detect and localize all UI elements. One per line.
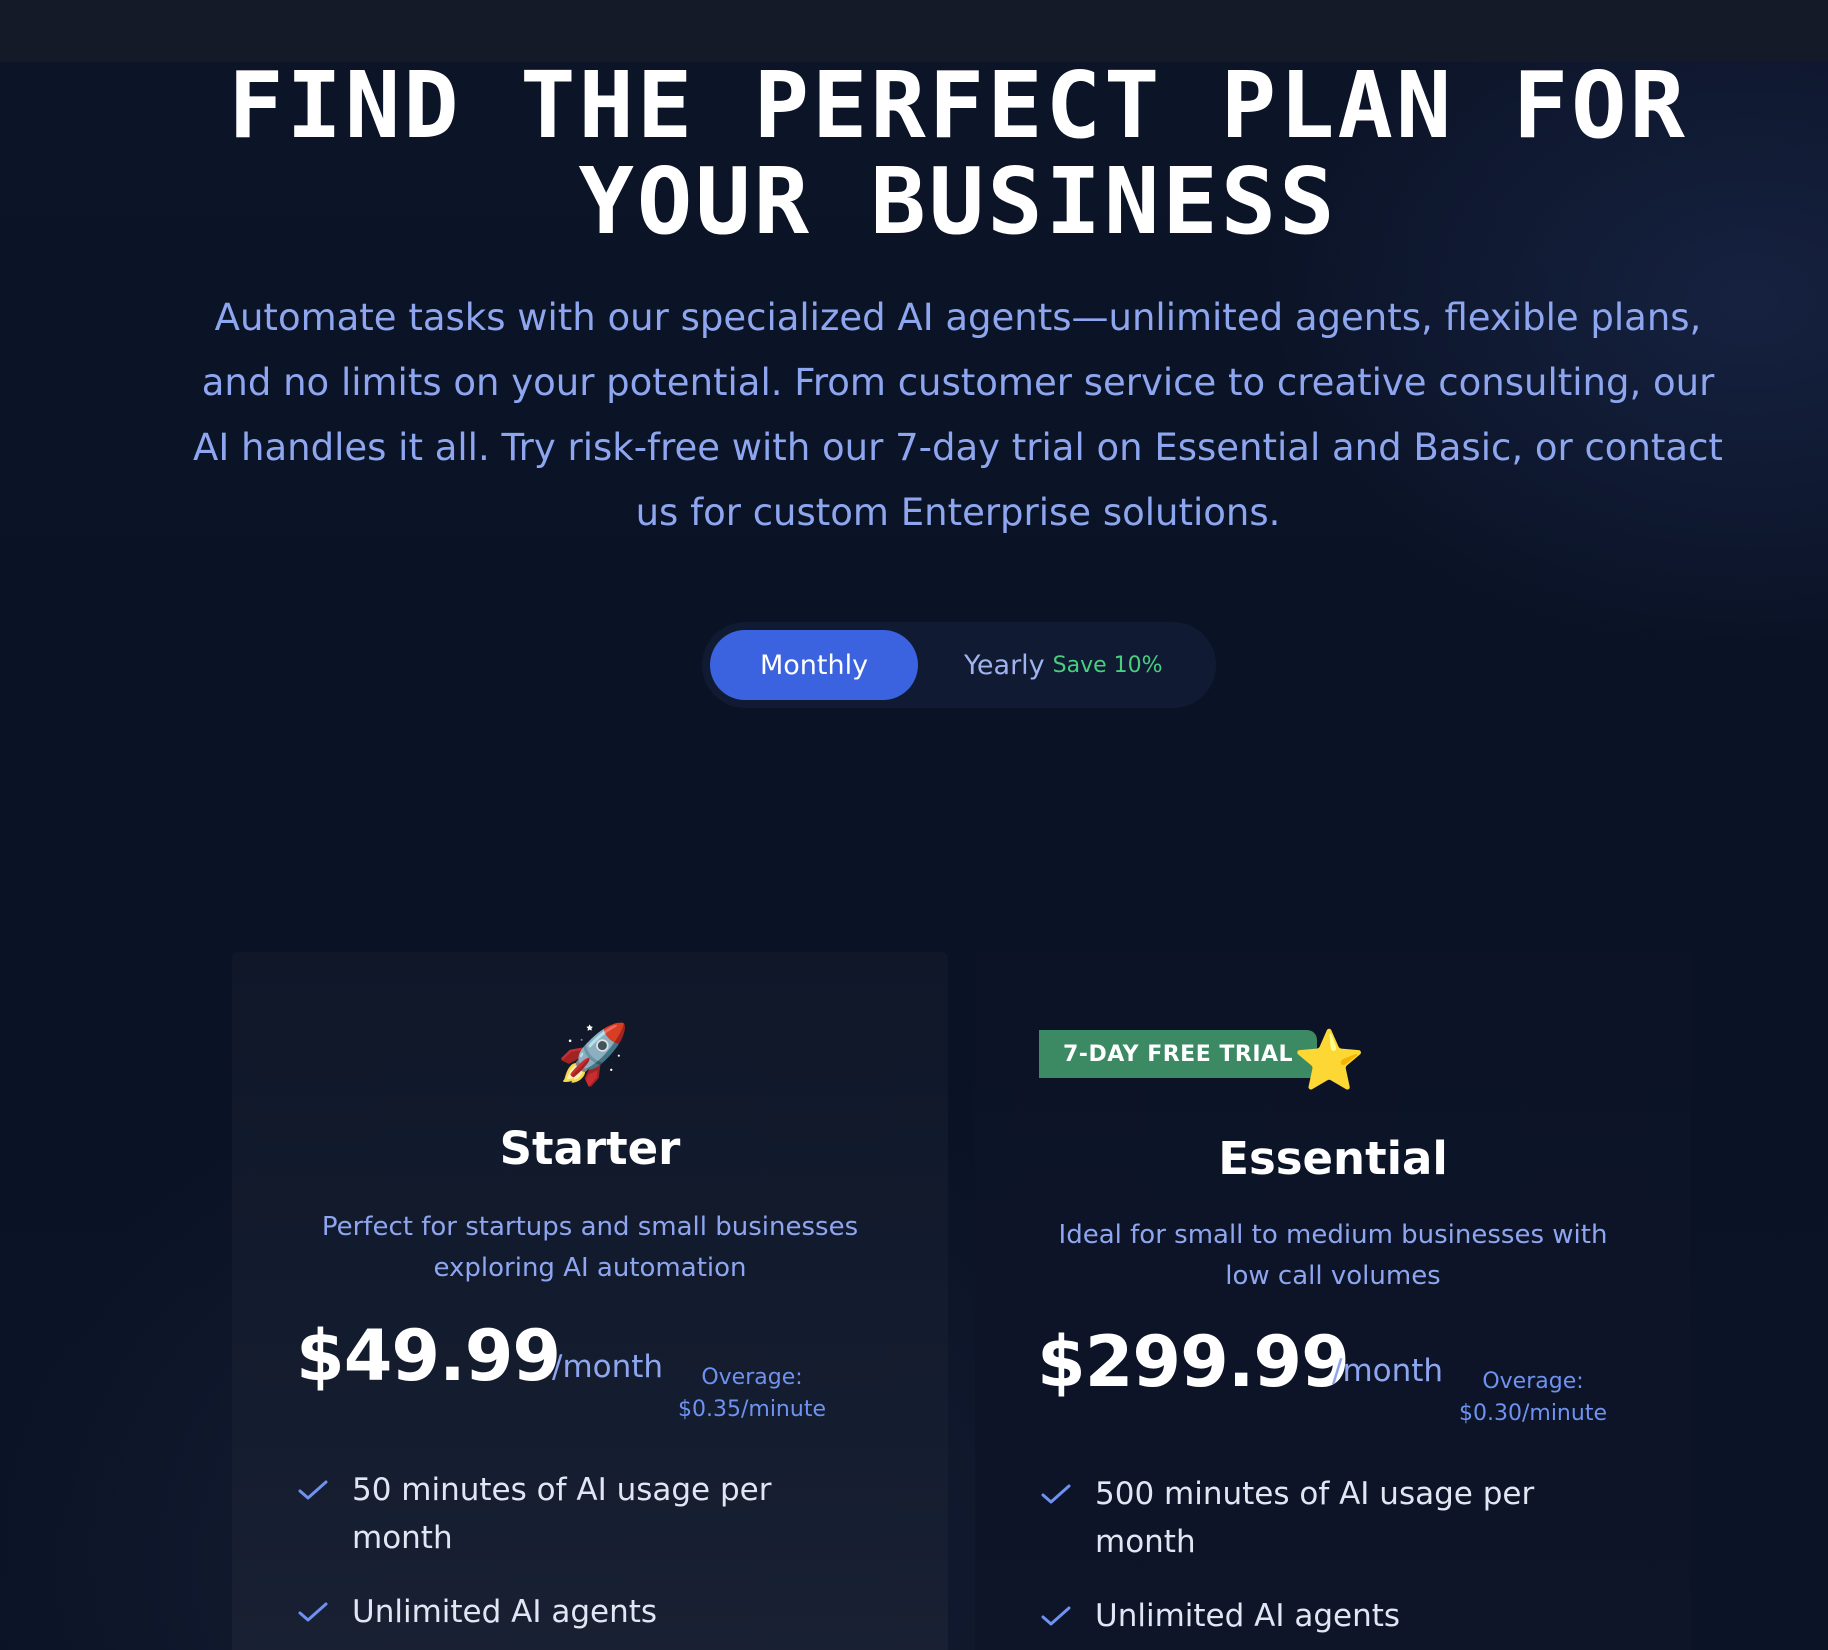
feature-text: Unlimited AI agents	[352, 1594, 658, 1630]
plan-period: /month	[1332, 1353, 1444, 1389]
free-trial-badge: 7-DAY FREE TRIAL	[1039, 1030, 1318, 1078]
monthly-toggle-button[interactable]: Monthly	[710, 630, 918, 700]
plan-feature-list: 500 minutes of AI usage per month Unlimi…	[1041, 1470, 1601, 1650]
yearly-toggle-button[interactable]: Yearly Save 10%	[964, 630, 1163, 700]
page-title-line-1: FIND THE PERFECT PLAN FOR	[228, 52, 1688, 159]
check-icon	[1041, 1484, 1071, 1504]
plan-price: $299.99	[1037, 1321, 1350, 1403]
plan-overage: Overage: $0.30/minute	[1440, 1366, 1626, 1430]
plan-name: Essential	[1218, 1132, 1448, 1185]
plan-card-starter: 🚀 Starter Perfect for startups and small…	[232, 952, 948, 1650]
overage-value: $0.30/minute	[1459, 1401, 1607, 1426]
feature-item: Unlimited AI agents	[1041, 1592, 1601, 1640]
feature-item: Unlimited AI agents	[298, 1588, 858, 1636]
plan-card-essential: 7-DAY FREE TRIAL ⭐ Essential Ideal for s…	[975, 952, 1691, 1650]
overage-label: Overage:	[1482, 1369, 1584, 1394]
plan-description: Ideal for small to medium businesses wit…	[1058, 1220, 1608, 1291]
plan-description: Perfect for startups and small businesse…	[321, 1212, 859, 1283]
check-icon	[1041, 1606, 1071, 1626]
overage-value: $0.35/minute	[678, 1397, 826, 1422]
yearly-label: Yearly	[964, 649, 1045, 681]
rocket-icon: 🚀	[557, 1020, 630, 1088]
yearly-save-badge: Save 10%	[1052, 652, 1163, 678]
feature-text: 50 minutes of AI usage per month	[352, 1472, 772, 1556]
feature-text: Unlimited AI agents	[1095, 1598, 1401, 1634]
feature-text: 500 minutes of AI usage per month	[1095, 1476, 1535, 1560]
plan-feature-list: 50 minutes of AI usage per month Unlimit…	[298, 1466, 858, 1650]
page-subtitle: Automate tasks with our specialized AI a…	[193, 296, 1723, 534]
feature-item: 500 minutes of AI usage per month	[1041, 1470, 1601, 1566]
check-icon	[298, 1480, 328, 1500]
billing-period-toggle: Monthly Yearly Save 10%	[702, 622, 1216, 708]
check-icon	[298, 1602, 328, 1622]
plan-period: /month	[552, 1349, 664, 1385]
page-title: FIND THE PERFECT PLAN FOR YOUR BUSINESS	[0, 58, 1828, 250]
plan-name: Starter	[499, 1122, 681, 1175]
pricing-page: FIND THE PERFECT PLAN FOR YOUR BUSINESS …	[0, 0, 1828, 1650]
feature-item: 50 minutes of AI usage per month	[298, 1466, 858, 1562]
overage-label: Overage:	[701, 1365, 803, 1390]
page-title-line-2: YOUR BUSINESS	[578, 148, 1338, 255]
plan-overage: Overage: $0.35/minute	[662, 1362, 842, 1426]
plan-price: $49.99	[296, 1315, 561, 1397]
star-icon: ⭐	[1293, 1026, 1366, 1094]
